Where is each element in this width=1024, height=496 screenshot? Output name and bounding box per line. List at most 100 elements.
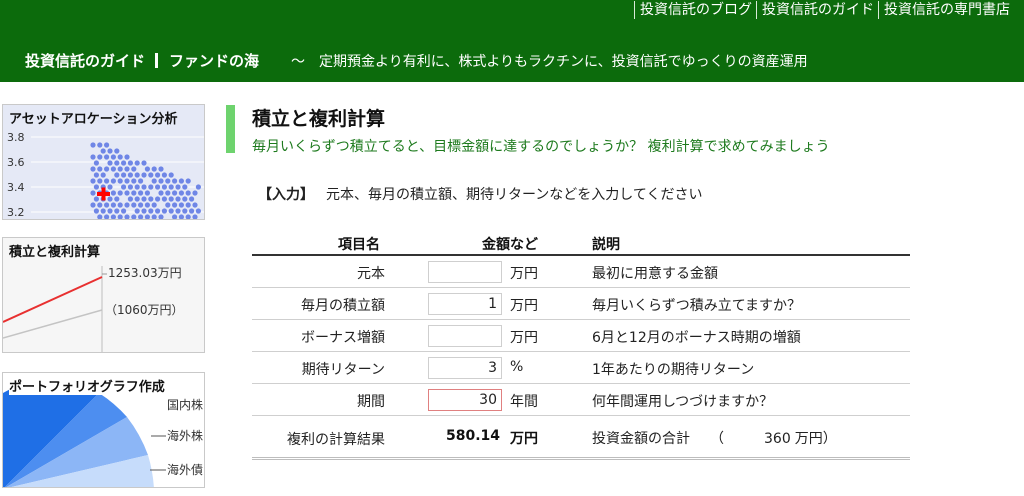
portfolio-graph-banner[interactable]: 国内株 海外株 海外債 ポートフォリオグラフ作成 — [2, 372, 205, 488]
scatter-dot — [97, 142, 103, 148]
scatter-dot — [100, 172, 106, 178]
table-row: 元本 万円 最初に用意する金額 — [252, 256, 910, 288]
scatter-dot — [117, 178, 123, 184]
period-unit: 年間 — [510, 394, 538, 410]
scatter-dot — [141, 208, 147, 214]
scatter-dot — [93, 208, 99, 214]
blog-link[interactable]: 投資信託のブログ — [634, 1, 756, 19]
asset-tick-label: 3.6 — [7, 156, 25, 169]
scatter-dot — [168, 208, 174, 214]
title-divider — [155, 53, 159, 68]
scatter-dot — [124, 214, 130, 219]
scatter-dot — [172, 214, 178, 219]
scatter-dot — [124, 154, 130, 160]
result-row: 複利の計算結果 580.14 万円 投資金額の合計（360 万円） — [252, 416, 910, 460]
asset-tick-label: 3.4 — [7, 181, 25, 194]
scatter-dot — [161, 184, 167, 190]
result-unit: 万円 — [510, 431, 538, 447]
scatter-dot — [144, 214, 150, 219]
scatter-dot — [124, 178, 130, 184]
compound-value-bottom: （1060万円） — [105, 303, 184, 317]
pie-label-foreign-stock: 海外株 — [167, 428, 203, 443]
scatter-dot — [131, 190, 137, 196]
scatter-dot — [192, 190, 198, 196]
scatter-dot — [172, 178, 178, 184]
scatter-dot — [107, 160, 113, 166]
scatter-dot — [185, 202, 191, 208]
total-value: 360 — [764, 431, 791, 447]
guide-link[interactable]: 投資信託のガイド — [756, 1, 878, 19]
scatter-dot — [182, 208, 188, 214]
scatter-dot — [189, 208, 195, 214]
asset-scatter-dots — [90, 142, 201, 219]
bookstore-link[interactable]: 投資信託の専門書店 — [878, 1, 1014, 19]
compound-calc-banner[interactable]: 1253.03万円 （1060万円） 積立と複利計算 — [2, 237, 205, 353]
scatter-dot — [141, 196, 147, 202]
scatter-dot — [192, 214, 198, 219]
scatter-dot — [182, 184, 188, 190]
scatter-dot — [104, 178, 110, 184]
period-desc: 何年間運用しつづけますか？ — [592, 394, 774, 410]
total-wrap: （ 360 万円） — [710, 428, 837, 448]
asset-allocation-banner[interactable]: 3.8 3.6 3.4 3.2 アセットアロケーション分析 — [2, 104, 205, 220]
scatter-dot — [141, 172, 147, 178]
return-label: 期待リターン — [301, 362, 385, 378]
scatter-dot — [104, 154, 110, 160]
scatter-dot — [97, 154, 103, 160]
scatter-dot — [114, 148, 120, 154]
scatter-dot — [97, 202, 103, 208]
total-label: 投資金額の合計 — [592, 431, 690, 447]
principal-input[interactable] — [428, 261, 502, 283]
scatter-dot — [114, 172, 120, 178]
header-desc: 説明 — [592, 237, 620, 253]
header-amount: 金額など — [482, 237, 538, 253]
scatter-dot — [97, 166, 103, 172]
site-subtitle: ファンドの海 — [169, 52, 260, 70]
scatter-dot — [185, 190, 191, 196]
header-title-bar: 投資信託のガイド ファンドの海 ～ 定期預金より有利に、株式よりもラクチンに、投… — [25, 50, 808, 71]
scatter-dot — [134, 196, 140, 202]
scatter-dot — [110, 190, 116, 196]
scatter-dot — [175, 196, 181, 202]
scatter-dot — [124, 202, 130, 208]
result-value: 580.14 — [445, 428, 500, 444]
close-paren: ） — [822, 431, 837, 447]
scatter-dot — [144, 190, 150, 196]
scatter-dot — [110, 178, 116, 184]
scatter-dot — [161, 196, 167, 202]
monthly-input[interactable] — [428, 293, 502, 315]
scatter-dot — [175, 184, 181, 190]
bonus-label: ボーナス増額 — [301, 330, 385, 346]
pie-label-foreign-bond: 海外債 — [167, 462, 203, 477]
page-title: 積立と複利計算 — [252, 108, 386, 130]
table-header: 項目名 金額など 説明 — [252, 232, 910, 256]
scatter-dot — [127, 172, 133, 178]
title-accent-bar — [226, 105, 235, 153]
scatter-dot — [131, 214, 137, 219]
scatter-dot — [158, 190, 164, 196]
calc-table: 項目名 金額など 説明 元本 万円 最初に用意する金額 毎月の積立額 万円 毎月… — [252, 232, 910, 460]
scatter-dot — [127, 184, 133, 190]
scatter-dot — [165, 190, 171, 196]
scatter-dot — [141, 184, 147, 190]
scatter-dot — [117, 190, 123, 196]
scatter-dot — [168, 196, 174, 202]
scatter-dot — [93, 160, 99, 166]
scatter-dot — [172, 190, 178, 196]
scatter-dot — [168, 172, 174, 178]
table-row: 毎月の積立額 万円 毎月いくらずつ積み立てますか？ — [252, 288, 910, 320]
site-title[interactable]: 投資信託のガイド — [25, 50, 145, 71]
scatter-dot — [148, 196, 154, 202]
scatter-dot — [175, 208, 181, 214]
scatter-dot — [158, 166, 164, 172]
scatter-dot — [114, 208, 120, 214]
scatter-dot — [104, 202, 110, 208]
return-input[interactable] — [428, 357, 502, 379]
period-input[interactable] — [428, 389, 502, 411]
header-item: 項目名 — [338, 237, 380, 253]
scatter-dot — [155, 196, 161, 202]
bonus-input[interactable] — [428, 325, 502, 347]
compound-red-line — [3, 276, 103, 323]
scatter-dot — [110, 202, 116, 208]
scatter-dot — [104, 142, 110, 148]
